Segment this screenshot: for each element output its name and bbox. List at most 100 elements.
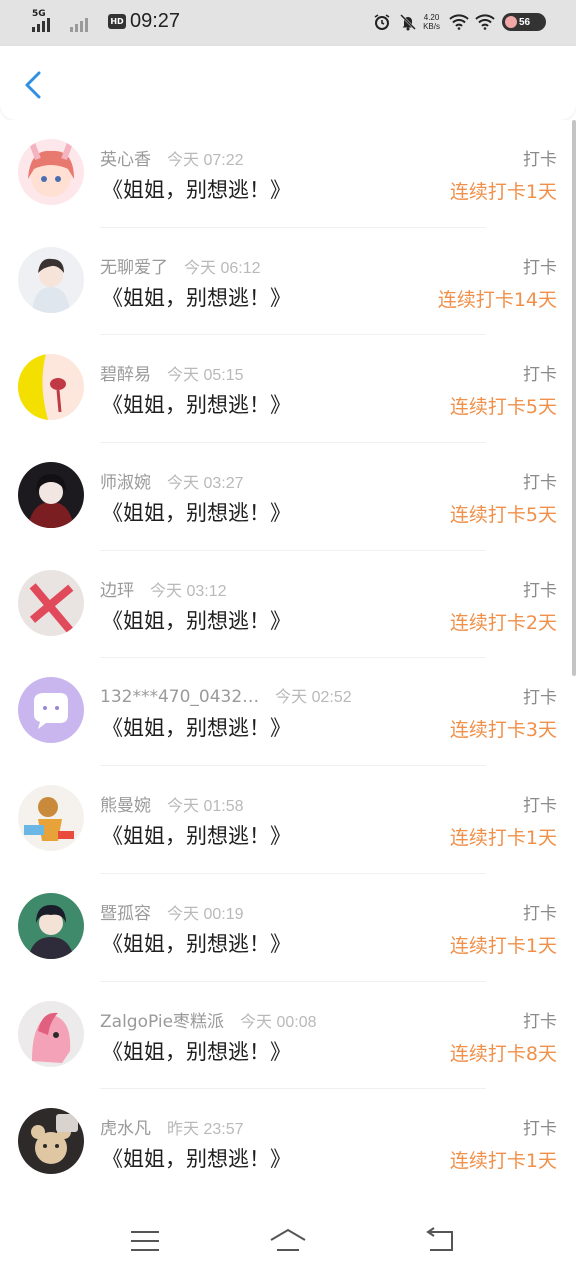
- checkin-time: 今天 03:27: [167, 475, 244, 493]
- user-name[interactable]: 132***470_0432…: [100, 687, 259, 707]
- avatar[interactable]: [18, 677, 84, 744]
- checkin-action: 打卡: [523, 150, 557, 170]
- checkin-time: 今天 00:19: [167, 905, 244, 923]
- book-title: 《姐姐，别想逃！》: [102, 1147, 291, 1172]
- book-title: 《姐姐，别想逃！》: [102, 608, 291, 633]
- chevron-left-icon: [25, 71, 41, 99]
- checkin-action: 打卡: [523, 688, 557, 709]
- book-title: 《姐姐，别想逃！》: [102, 716, 291, 741]
- avatar[interactable]: [18, 354, 84, 421]
- list-item[interactable]: 师淑婉 今天 03:27 《姐姐，别想逃！》 打卡连续打卡5天: [0, 443, 576, 551]
- checkin-streak: 连续打卡3天: [449, 719, 557, 742]
- user-name[interactable]: 师淑婉: [100, 468, 151, 493]
- checkin-action: 打卡: [523, 257, 557, 278]
- list-item[interactable]: 无聊爱了 今天 06:12 《姐姐，别想逃！》 打卡 连续打卡14天: [0, 228, 576, 336]
- checkin-streak: 连续打卡5天: [449, 504, 557, 527]
- item-meta: 碧醉易 今天 05:15: [100, 360, 244, 385]
- menu-button[interactable]: [125, 1226, 165, 1256]
- mute-icon: [397, 11, 419, 33]
- back-icon: [426, 1227, 453, 1251]
- item-meta: ZalgoPie枣糕派 今天 00:08: [100, 1007, 317, 1032]
- list-item[interactable]: 132***470_0432… 今天 02:52 《姐姐，别想逃！》 打卡连续打卡3天: [0, 658, 576, 767]
- user-name[interactable]: 英心香: [100, 145, 151, 170]
- network-speed: 4.20 KB/s: [423, 13, 440, 31]
- item-meta: 无聊爱了 今天 06:12: [100, 253, 261, 278]
- checkin-time: 今天 02:52: [275, 689, 352, 707]
- checkin-time: 今天 05:15: [167, 367, 244, 385]
- checkin-action: 打卡: [523, 796, 557, 817]
- return-button[interactable]: [420, 1226, 460, 1256]
- header: [0, 46, 576, 120]
- user-name[interactable]: 碧醉易: [100, 360, 151, 385]
- checkin-action: 打卡: [523, 365, 557, 386]
- user-name[interactable]: 熊曼婉: [100, 791, 151, 816]
- signal-2-icon: [70, 12, 96, 32]
- avatar[interactable]: [18, 246, 84, 313]
- system-navbar: [0, 1196, 576, 1280]
- avatar[interactable]: [18, 462, 84, 529]
- network-type: 5G: [32, 8, 46, 19]
- list-item[interactable]: 虎水凡 昨天 23:57 《姐姐，别想逃！》 打卡连续打卡1天: [0, 1089, 576, 1196]
- user-name[interactable]: 暨孤容: [100, 899, 151, 924]
- checkin-action: 打卡: [523, 903, 557, 924]
- battery-icon: 56: [502, 13, 546, 31]
- user-name[interactable]: 无聊爱了: [100, 253, 168, 278]
- book-title: 《姐姐，别想逃！》: [102, 1039, 291, 1064]
- list-item[interactable]: 英心香 今天 07:22 《姐姐，别想逃！》 打卡连续打卡1天: [0, 120, 576, 228]
- book-title: 《姐姐，别想逃！》: [102, 931, 291, 956]
- checkin-action: 打卡: [523, 1011, 557, 1032]
- checkin-time: 今天 06:12: [184, 259, 261, 277]
- status-bar: 5G HD 09:27 4.20 KB/s 56: [0, 0, 576, 46]
- checkin-time: 昨天 23:57: [167, 1121, 244, 1139]
- list-item[interactable]: 熊曼婉 今天 01:58 《姐姐，别想逃！》 打卡连续打卡1天: [0, 766, 576, 874]
- status-left: 5G HD 09:27: [32, 8, 181, 33]
- home-icon: [270, 1228, 306, 1251]
- item-meta: 边玶 今天 03:12: [100, 576, 227, 601]
- item-meta: 熊曼婉 今天 01:58: [100, 791, 244, 816]
- user-name[interactable]: ZalgoPie枣糕派: [100, 1007, 224, 1032]
- item-meta: 暨孤容 今天 00:19: [100, 899, 244, 924]
- alarm-icon: [371, 11, 393, 33]
- avatar[interactable]: [18, 1108, 84, 1175]
- checkin-streak: 连续打卡1天: [449, 827, 557, 850]
- list-item[interactable]: 碧醉易 今天 05:15 《姐姐，别想逃！》 打卡 连续打卡5天: [0, 335, 576, 444]
- checkin-action: 打卡: [523, 473, 557, 494]
- avatar[interactable]: [18, 892, 84, 959]
- checkin-streak: 连续打卡1天: [449, 934, 557, 957]
- book-title: 《姐姐，别想逃！》: [102, 501, 291, 526]
- checkin-action: 打卡: [523, 1119, 557, 1140]
- book-title: 《姐姐，别想逃！》: [102, 393, 291, 418]
- list-item[interactable]: 边玶 今天 03:12 《姐姐，别想逃！》 打卡 连续打卡2天: [0, 551, 576, 659]
- hd-badge: HD: [108, 14, 126, 29]
- checkin-list[interactable]: 英心香 今天 07:22 《姐姐，别想逃！》 打卡 连续打卡1天 无聊爱了 今天 06:12…: [0, 120, 576, 1196]
- avatar[interactable]: [18, 785, 84, 852]
- menu-icon: [131, 1231, 159, 1251]
- avatar[interactable]: [18, 1000, 84, 1067]
- scrollbar[interactable]: [572, 120, 576, 676]
- item-meta: 虎水凡 昨天 23:57: [100, 1114, 244, 1139]
- clock: 09:27: [130, 10, 181, 32]
- user-name[interactable]: 虎水凡: [100, 1114, 151, 1139]
- checkin-time: 今天 07:22: [167, 152, 244, 169]
- avatar[interactable]: [18, 569, 84, 636]
- item-meta: 师淑婉 今天 03:27: [100, 468, 244, 493]
- battery-level: 56: [519, 16, 531, 28]
- checkin-streak: 连续打卡1天: [449, 181, 557, 203]
- status-right: 4.20 KB/s 56: [367, 11, 546, 33]
- book-title: 《姐姐，别想逃！》: [102, 824, 291, 849]
- item-meta: 132***470_0432… 今天 02:52: [100, 683, 352, 707]
- wifi-icon: [448, 11, 470, 33]
- back-button[interactable]: [18, 68, 48, 102]
- list-item[interactable]: 暨孤容 今天 00:19 《姐姐，别想逃！》 打卡连续打卡1天: [0, 874, 576, 982]
- speed-value: 4.20: [423, 13, 440, 22]
- speed-unit: KB/s: [423, 22, 440, 31]
- book-title: 《姐姐，别想逃！》: [102, 178, 291, 202]
- checkin-streak: 连续打卡2天: [449, 611, 557, 634]
- list-item[interactable]: ZalgoPie枣糕派 今天 00:08 《姐姐，别想逃！》 打卡 连续打卡8天: [0, 982, 576, 1090]
- user-name[interactable]: 边玶: [100, 576, 134, 601]
- checkin-streak: 连续打卡1天: [449, 1150, 557, 1173]
- home-button[interactable]: [268, 1226, 308, 1256]
- checkin-streak: 连续打卡14天: [437, 288, 557, 311]
- checkin-time: 今天 03:12: [150, 582, 227, 600]
- avatar[interactable]: [18, 139, 84, 205]
